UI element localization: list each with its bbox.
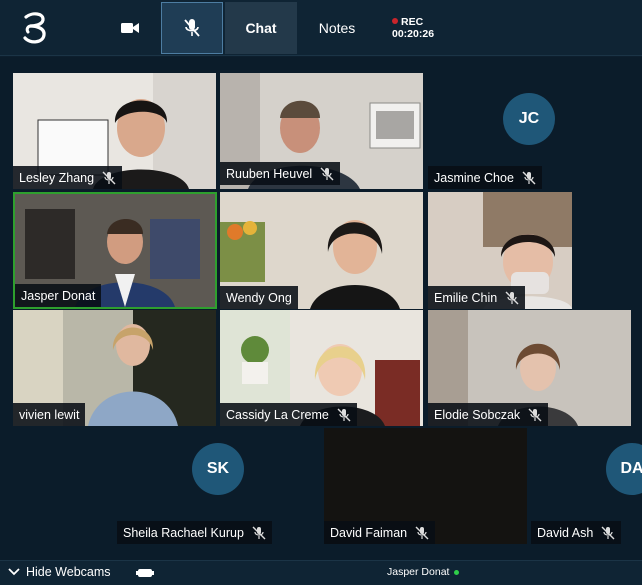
avatar: SK: [192, 443, 244, 495]
participant-label: Wendy Ong: [220, 286, 298, 309]
participant-name: vivien lewit: [19, 407, 80, 422]
avatar-initials: JC: [518, 110, 540, 127]
participant-label: Jasper Donat: [15, 284, 102, 307]
microphone-muted-icon: [337, 408, 351, 421]
video-tile-sheila-rachael-kurup[interactable]: SK Sheila Rachael Kurup: [117, 428, 320, 544]
microphone-muted-icon: [320, 167, 334, 180]
participant-label: Ruuben Heuvel: [220, 162, 341, 185]
video-tile-vivien-lewit[interactable]: vivien lewit: [13, 310, 216, 426]
microphone-muted-icon: [102, 171, 116, 184]
participant-name: Lesley Zhang: [19, 170, 95, 185]
avatar-initials: DA: [620, 460, 642, 477]
participant-name: Jasmine Choe: [434, 170, 514, 185]
rec-label: REC: [401, 16, 424, 28]
microphone-muted-icon: [505, 291, 519, 304]
presenter-name: Jasper Donat: [387, 566, 450, 578]
app-logo-icon: [23, 12, 46, 44]
microphone-muted-icon: [252, 526, 266, 539]
microphone-muted-icon: [184, 19, 200, 37]
video-camera-icon: [121, 23, 139, 33]
participant-label: David Ash: [531, 521, 622, 544]
webcam-strip-icon[interactable]: [136, 568, 154, 578]
video-tile-jasmine-choe[interactable]: JC Jasmine Choe: [428, 73, 631, 189]
online-status-icon: [454, 569, 460, 575]
bottom-bar: Hide Webcams Jasper Donat: [0, 560, 642, 585]
participant-name: Emilie Chin: [434, 290, 498, 305]
avatar: DA: [606, 443, 642, 495]
video-tile-ruuben-heuvel[interactable]: Ruuben Heuvel: [220, 73, 423, 189]
video-tile-david-ash[interactable]: DA David Ash: [531, 428, 642, 544]
participant-name: Jasper Donat: [21, 288, 96, 303]
participant-name: Ruuben Heuvel: [226, 166, 313, 181]
hide-webcams-button[interactable]: Hide Webcams: [8, 565, 111, 579]
top-toolbar: Chat Notes REC 00:20:26: [0, 0, 642, 56]
microphone-toggle-button[interactable]: [161, 2, 223, 54]
tab-notes[interactable]: Notes: [300, 2, 374, 54]
tab-chat-label: Chat: [245, 20, 277, 36]
video-tile-lesley-zhang[interactable]: Lesley Zhang: [13, 73, 216, 189]
participant-label: Lesley Zhang: [13, 166, 123, 189]
participant-label: Cassidy La Creme: [220, 403, 357, 426]
video-tile-cassidy-la-creme[interactable]: Cassidy La Creme: [220, 310, 423, 426]
hide-webcams-label: Hide Webcams: [26, 565, 111, 579]
participant-label: vivien lewit: [13, 403, 86, 426]
video-tile-wendy-ong[interactable]: Wendy Ong: [220, 192, 423, 309]
participant-name: Sheila Rachael Kurup: [123, 525, 244, 540]
recording-timer: 00:20:26: [392, 28, 435, 40]
tab-notes-label: Notes: [318, 20, 356, 36]
participant-label: David Faiman: [324, 521, 436, 544]
participant-label: Sheila Rachael Kurup: [117, 521, 272, 544]
avatar: JC: [503, 93, 555, 145]
recording-indicator: REC 00:20:26: [392, 16, 434, 40]
chevron-down-icon: [8, 568, 20, 576]
camera-toggle-button[interactable]: [105, 2, 155, 54]
recording-dot-icon: [392, 18, 398, 24]
participant-label: Emilie Chin: [428, 286, 526, 309]
participant-name: Elodie Sobczak: [434, 407, 521, 422]
video-tile-emilie-chin[interactable]: Emilie Chin: [428, 192, 572, 309]
video-tile-david-faiman[interactable]: David Faiman: [324, 428, 527, 544]
participant-label: Jasmine Choe: [428, 166, 542, 189]
video-tile-elodie-sobczak[interactable]: Elodie Sobczak: [428, 310, 631, 426]
participant-name: Cassidy La Creme: [226, 407, 329, 422]
participant-name: Wendy Ong: [226, 290, 292, 305]
presenter-indicator: Jasper Donat: [387, 566, 460, 578]
participant-name: David Ash: [537, 525, 594, 540]
video-grid: Lesley Zhang Ruuben Heuvel JC Jasmine Ch…: [0, 57, 642, 560]
participant-label: Elodie Sobczak: [428, 403, 549, 426]
video-tile-jasper-donat[interactable]: Jasper Donat: [13, 192, 217, 309]
avatar-initials: SK: [206, 460, 230, 477]
microphone-muted-icon: [522, 171, 536, 184]
microphone-muted-icon: [601, 526, 615, 539]
participant-name: David Faiman: [330, 525, 408, 540]
tab-chat[interactable]: Chat: [225, 2, 297, 54]
microphone-muted-icon: [415, 526, 429, 539]
microphone-muted-icon: [528, 408, 542, 421]
